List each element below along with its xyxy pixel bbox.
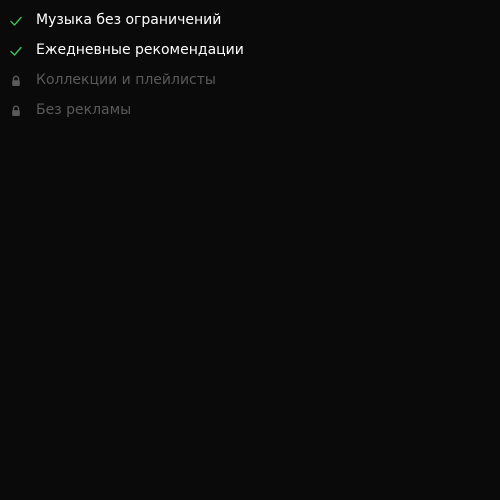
lock-icon [12, 105, 20, 116]
feature-item-daily-recommendations: Ежедневные рекомендации [0, 36, 500, 66]
feature-label: Без рекламы [36, 102, 132, 118]
feature-item-collections-playlists: Коллекции и плейлисты [0, 66, 500, 96]
feature-item-unlimited-music: Музыка без ограничений [0, 6, 500, 36]
feature-item-no-ads: Без рекламы [0, 96, 500, 126]
lock-icon [12, 75, 20, 86]
feature-label: Коллекции и плейлисты [36, 72, 216, 88]
feature-list: Музыка без ограничений Ежедневные рекоме… [0, 0, 500, 126]
check-icon [10, 46, 22, 56]
check-icon [10, 16, 22, 26]
feature-label: Музыка без ограничений [36, 12, 222, 28]
feature-label: Ежедневные рекомендации [36, 42, 244, 58]
